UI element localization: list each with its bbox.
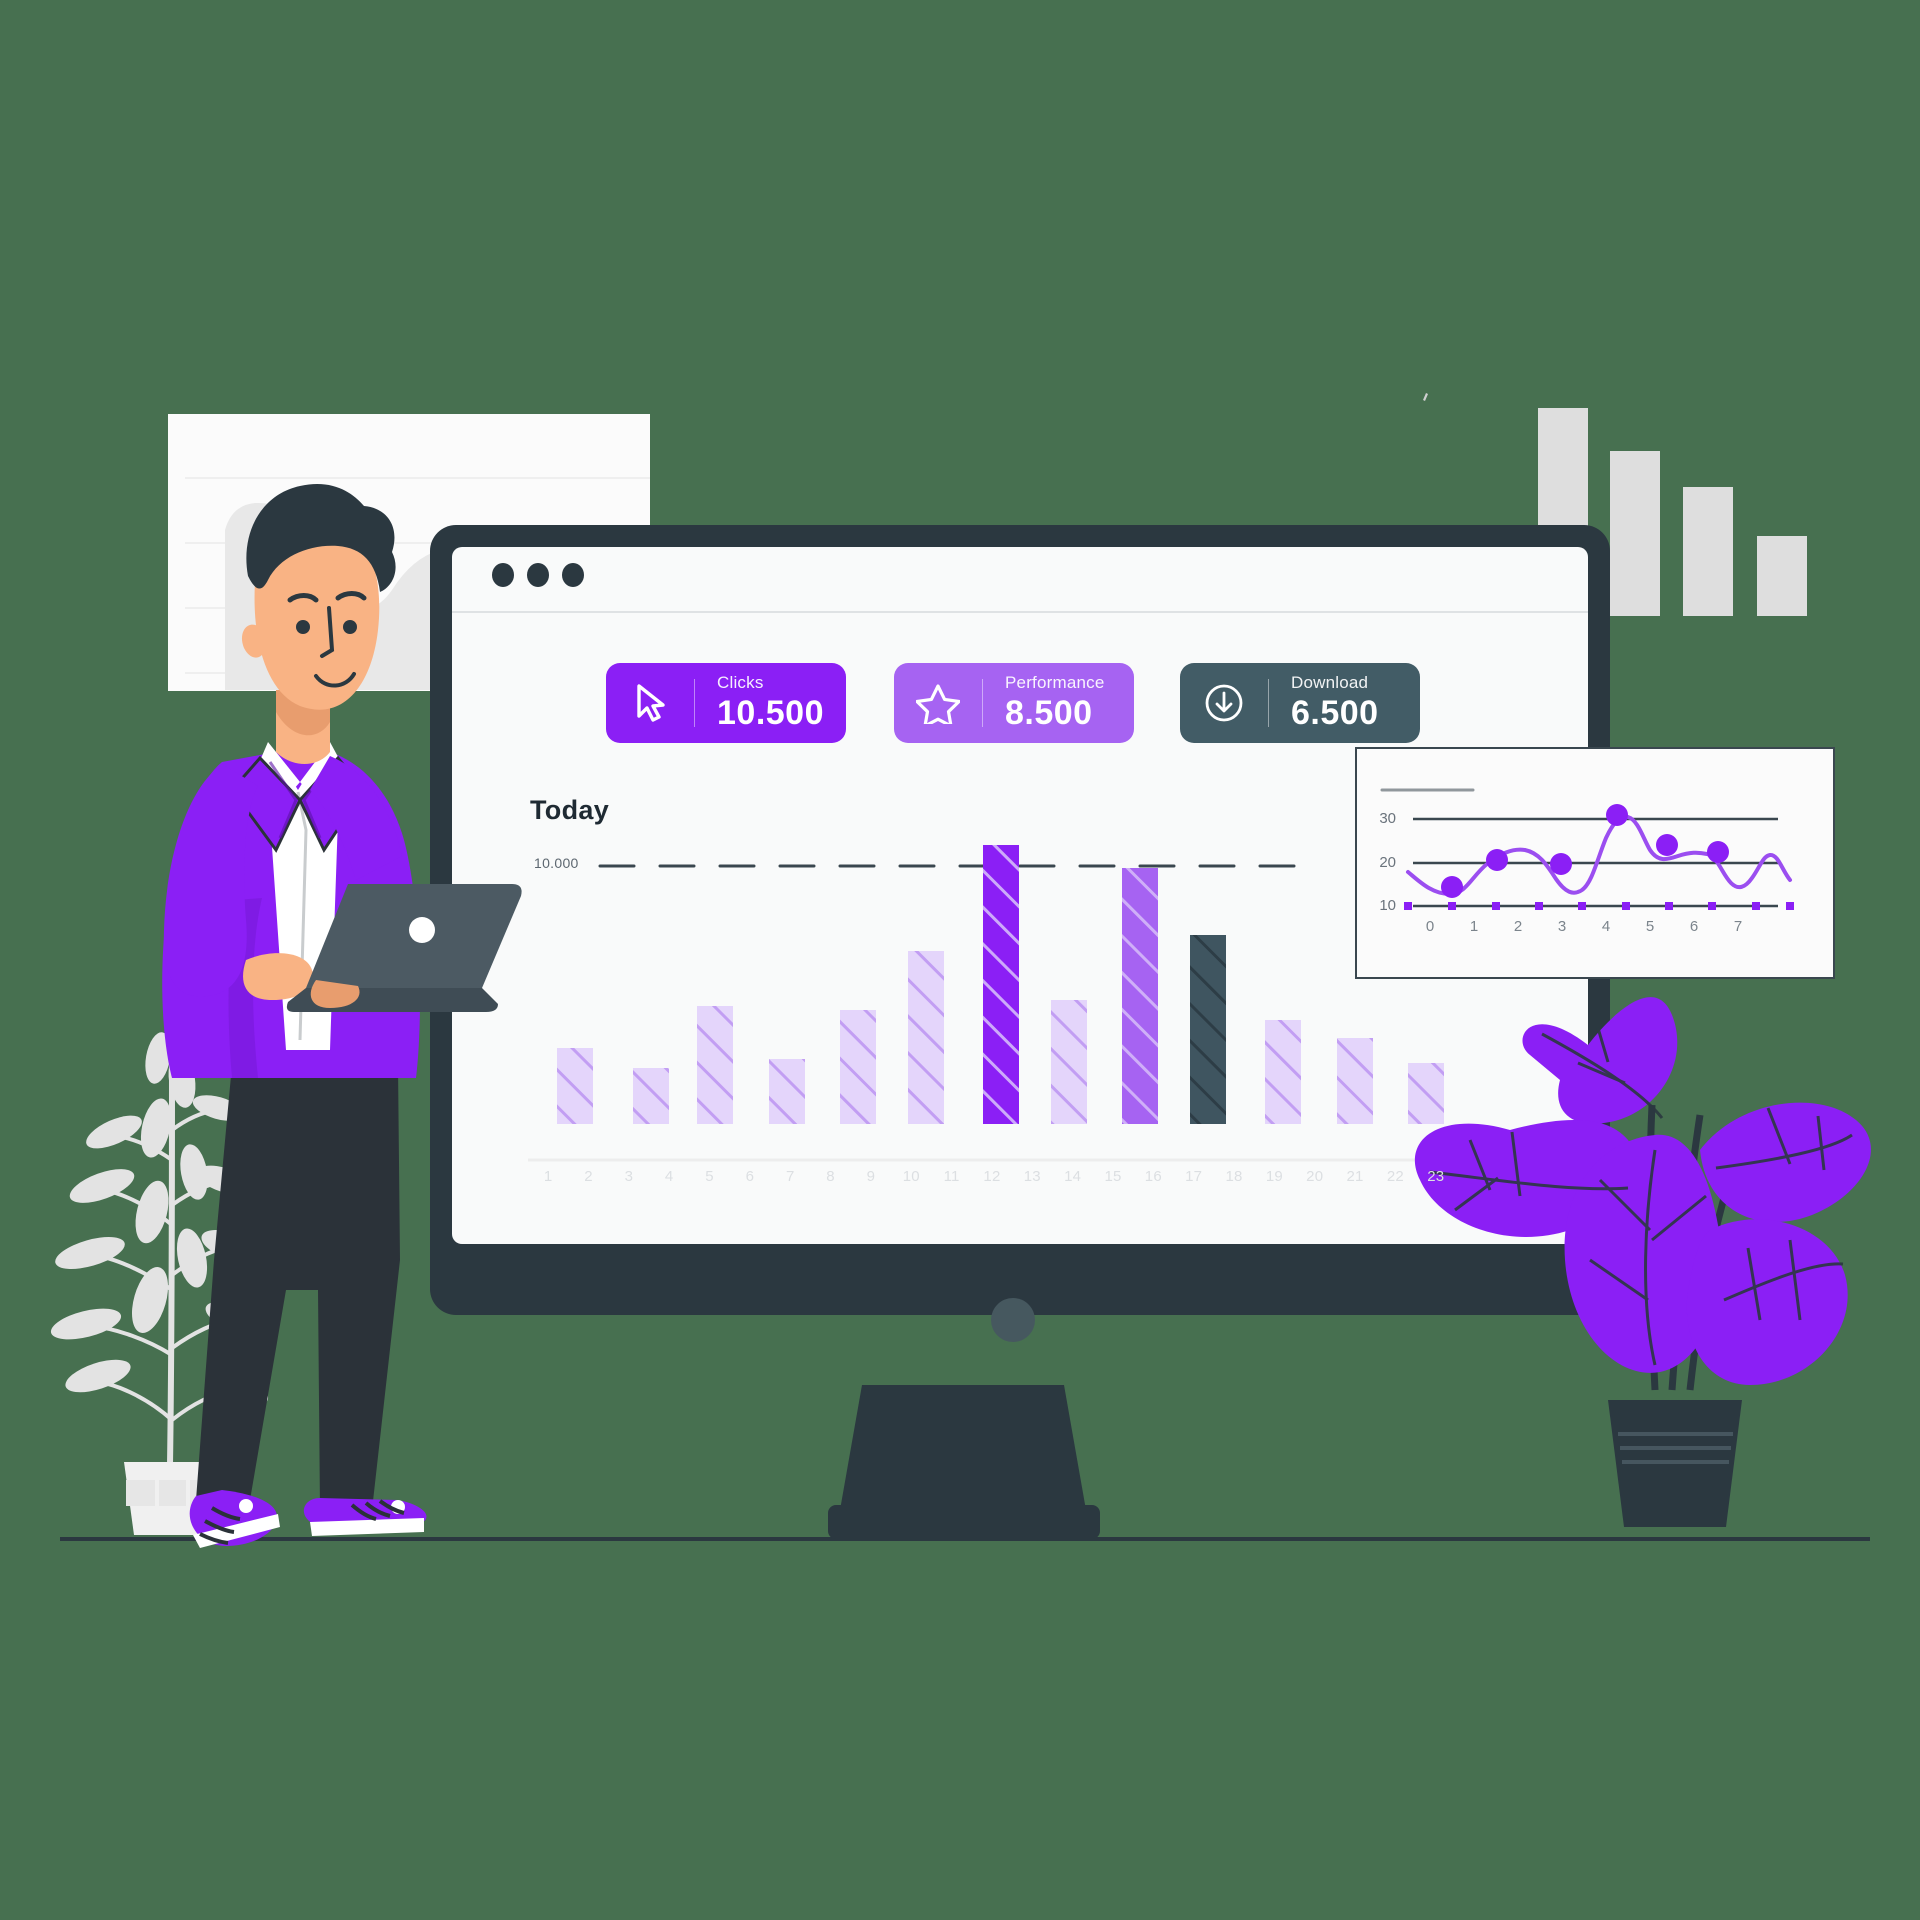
xtick: 10 (902, 1168, 920, 1185)
mini-ytick-10: 10 (1379, 897, 1396, 914)
bar-5 (697, 1006, 733, 1124)
scene-svg (50, 393, 1871, 1548)
download-circle-icon (1180, 681, 1268, 725)
point-4 (1606, 804, 1628, 826)
bar-10 (908, 951, 944, 1124)
mini-xtick: 2 (1513, 918, 1523, 935)
window-dot-3 (562, 563, 584, 587)
point-5 (1656, 834, 1678, 856)
window-dot-1 (492, 563, 514, 587)
mini-ytick-20: 20 (1379, 854, 1396, 871)
xtick: 12 (983, 1168, 1001, 1185)
mini-line-chart-card (1355, 747, 1835, 979)
bar-12 (983, 845, 1019, 1124)
stat-card-performance[interactable]: Performance 8.500 (894, 663, 1134, 743)
xtick: 13 (1023, 1168, 1041, 1185)
xtick: 15 (1104, 1168, 1122, 1185)
bar-14 (1051, 1000, 1087, 1124)
window-dot-2 (527, 563, 549, 587)
xtick: 8 (826, 1168, 835, 1185)
bar-7 (769, 1059, 805, 1124)
stat-label-download: Download (1291, 672, 1369, 692)
eye-left (296, 620, 310, 634)
xtick: 7 (785, 1168, 795, 1185)
mini-xtick: 1 (1469, 918, 1479, 935)
xtick: 21 (1346, 1168, 1364, 1185)
xtick: 22 (1386, 1168, 1404, 1185)
point-6 (1707, 841, 1729, 863)
monitor-stand (840, 1385, 1086, 1519)
stat-label-performance: Performance (1005, 672, 1105, 692)
xtick: 9 (866, 1168, 876, 1185)
xtick: 17 (1185, 1168, 1203, 1185)
stat-value-clicks: 10.500 (717, 693, 824, 732)
xtick: 3 (624, 1168, 634, 1185)
threshold-label: 10.000 (534, 855, 579, 871)
xtick: 5 (705, 1168, 714, 1185)
point-2 (1486, 849, 1508, 871)
stat-card-clicks[interactable]: Clicks 10.500 (606, 663, 846, 743)
bar-21 (1337, 1038, 1373, 1124)
bar-19 (1265, 1020, 1301, 1124)
xtick: 6 (745, 1168, 755, 1185)
cursor-icon (606, 682, 694, 724)
xtick: 11 (943, 1168, 960, 1185)
x-axis-ticks: 1 2 3 4 5 6 7 8 9 10 11 12 13 14 15 16 1… (528, 1168, 1456, 1192)
bar-9 (840, 1010, 876, 1124)
point-3 (1550, 853, 1572, 875)
bar-4 (633, 1068, 669, 1124)
mini-xtick: 7 (1733, 918, 1743, 935)
illustration-stage: Clicks 10.500 Performance 8.500 Download… (0, 0, 1920, 1920)
xtick: 20 (1306, 1168, 1324, 1185)
mini-xtick: 0 (1425, 918, 1435, 935)
page-title: Today (530, 795, 610, 825)
leaf-bottom-right (1686, 1219, 1848, 1385)
laptop-logo (409, 917, 435, 943)
eye-right (343, 620, 357, 634)
xtick: 16 (1144, 1168, 1162, 1185)
star-icon (894, 682, 982, 724)
stat-label-clicks: Clicks (717, 672, 764, 692)
bar-17 (1190, 935, 1226, 1124)
monitor-base (828, 1505, 1100, 1539)
xtick: 18 (1225, 1168, 1243, 1185)
point-1 (1441, 876, 1463, 898)
stat-text-clicks: Clicks 10.500 (695, 672, 824, 732)
xtick: 1 (543, 1168, 553, 1185)
mini-xtick: 6 (1689, 918, 1699, 935)
xtick: 23 (1427, 1168, 1445, 1185)
bar-16 (1122, 868, 1158, 1124)
arm-left (163, 764, 258, 997)
mini-ytick-30: 30 (1379, 810, 1396, 827)
stat-text-performance: Performance 8.500 (983, 672, 1105, 732)
mini-x-axis-ticks: 0 1 2 3 4 5 6 7 (1408, 918, 1760, 935)
bar-2 (557, 1048, 593, 1124)
mini-xtick: 3 (1557, 918, 1567, 935)
pants (196, 1065, 400, 1510)
monitor-logo (991, 1298, 1035, 1342)
xtick: 4 (664, 1168, 674, 1185)
stat-value-download: 6.500 (1291, 693, 1379, 732)
xtick: 14 (1064, 1168, 1082, 1185)
mini-xtick: 4 (1601, 918, 1611, 935)
stat-text-download: Download 6.500 (1269, 672, 1379, 732)
bar-23 (1408, 1063, 1444, 1124)
xtick: 19 (1265, 1168, 1283, 1185)
stat-card-download[interactable]: Download 6.500 (1180, 663, 1420, 743)
mini-xtick: 5 (1645, 918, 1655, 935)
leaf-right (1700, 1102, 1871, 1223)
xtick: 2 (584, 1168, 593, 1185)
stat-value-performance: 8.500 (1005, 693, 1093, 732)
